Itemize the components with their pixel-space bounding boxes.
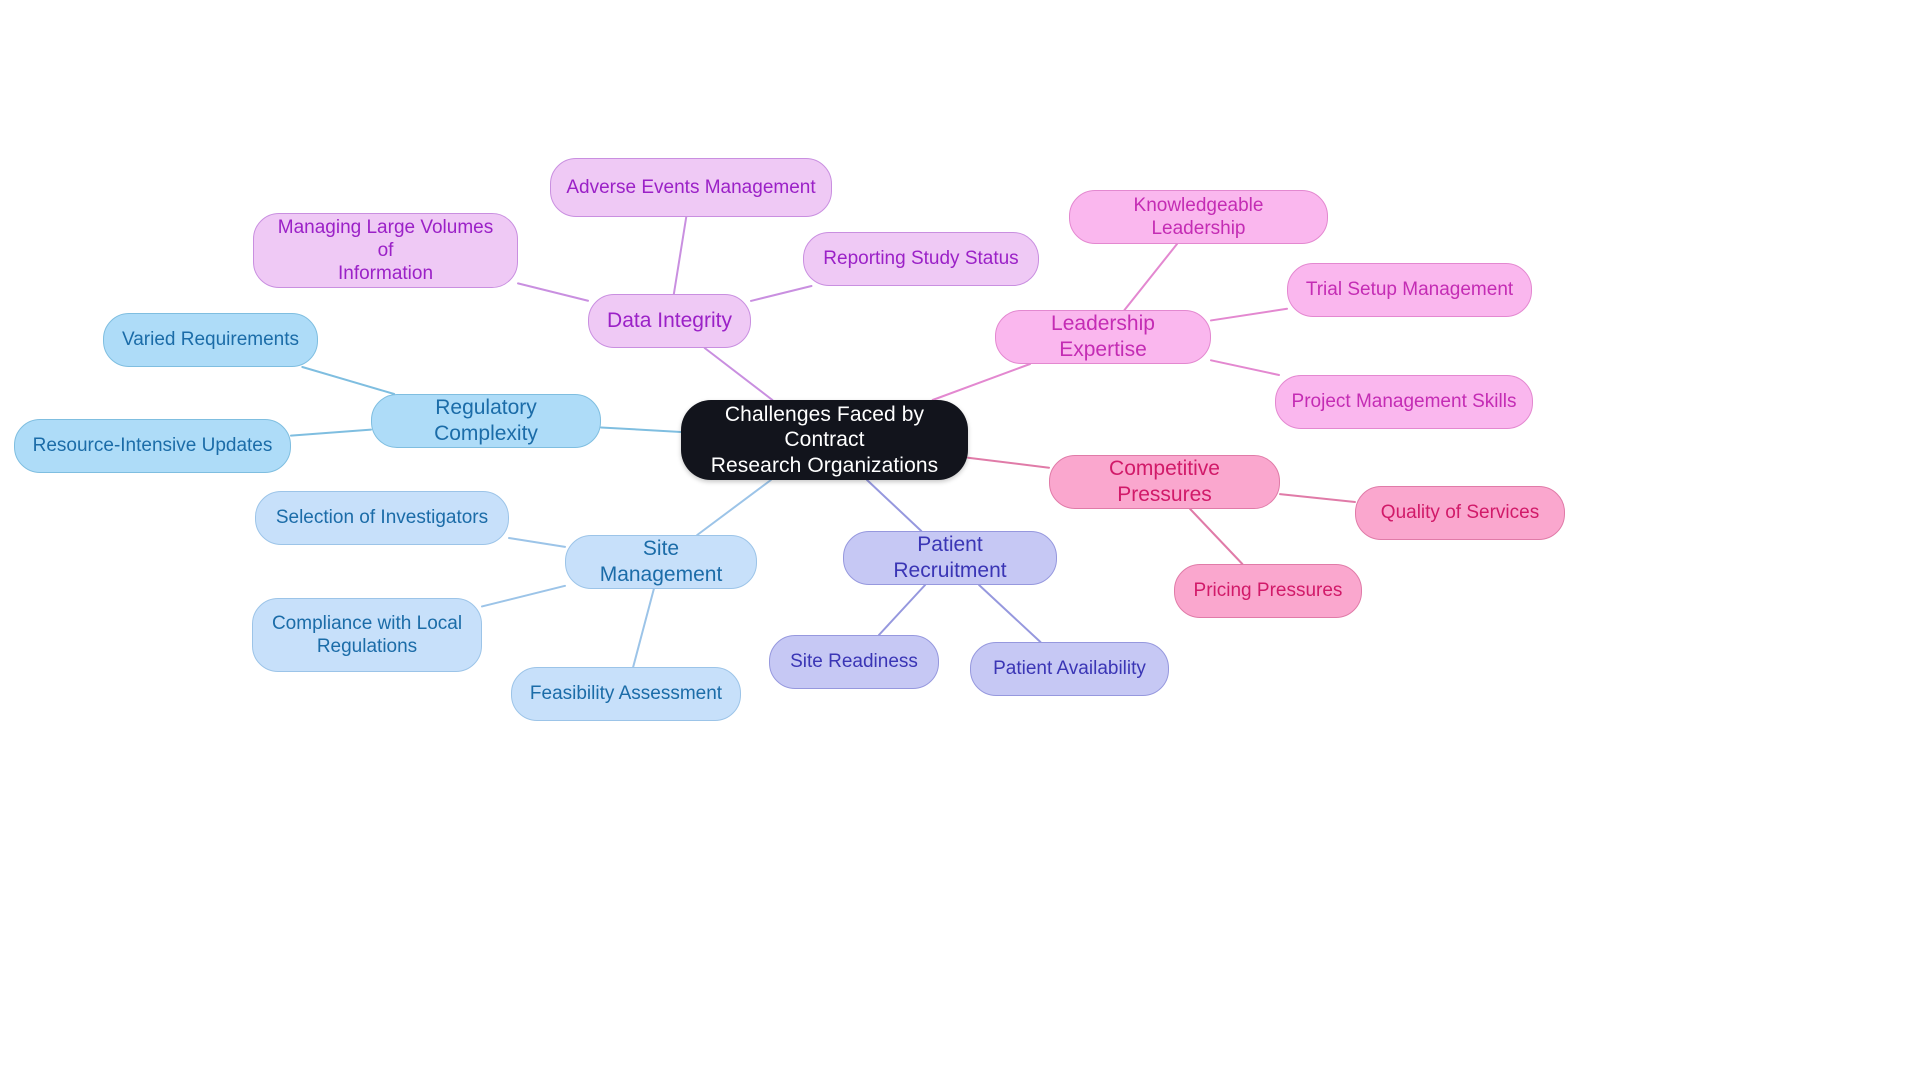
edge-site-management-to-feasibility-assessment xyxy=(632,588,655,668)
branch-node-regulatory-complexity[interactable]: Regulatory Complexity xyxy=(371,394,601,448)
edge-root-to-leadership-expertise xyxy=(931,363,1031,401)
leaf-node-site-readiness[interactable]: Site Readiness xyxy=(769,635,939,689)
leaf-node-resource-intensive-updates[interactable]: Resource-Intensive Updates xyxy=(14,419,291,473)
edge-leadership-expertise-to-knowledgeable-leadership xyxy=(1123,243,1179,311)
edge-site-management-to-compliance-with-local-regulations xyxy=(481,584,566,608)
leaf-node-knowledgeable-leadership[interactable]: Knowledgeable Leadership xyxy=(1069,190,1328,244)
edge-leadership-expertise-to-trial-setup-management xyxy=(1210,307,1288,322)
edge-competitive-pressures-to-quality-of-services xyxy=(1279,493,1356,503)
edge-data-integrity-to-reporting-study-status xyxy=(750,285,813,302)
branch-node-patient-recruitment[interactable]: Patient Recruitment xyxy=(843,531,1057,585)
branch-node-data-integrity[interactable]: Data Integrity xyxy=(588,294,751,348)
edge-root-to-patient-recruitment xyxy=(866,479,923,532)
edge-data-integrity-to-adverse-events-management xyxy=(672,216,688,295)
leaf-node-quality-of-services[interactable]: Quality of Services xyxy=(1355,486,1565,540)
branch-node-leadership-expertise[interactable]: Leadership Expertise xyxy=(995,310,1211,364)
edge-site-management-to-selection-of-investigators xyxy=(508,537,566,548)
leaf-node-feasibility-assessment[interactable]: Feasibility Assessment xyxy=(511,667,741,721)
leaf-node-patient-availability[interactable]: Patient Availability xyxy=(970,642,1169,696)
leaf-node-managing-large-volumes-of-information[interactable]: Managing Large Volumes of Information xyxy=(253,213,518,288)
edge-regulatory-complexity-to-resource-intensive-updates xyxy=(290,428,372,437)
edge-root-to-regulatory-complexity xyxy=(600,426,682,433)
edge-leadership-expertise-to-project-management-skills xyxy=(1210,359,1280,376)
edge-data-integrity-to-managing-large-volumes-of-information xyxy=(517,282,589,302)
edge-regulatory-complexity-to-varied-requirements xyxy=(301,366,396,395)
edge-competitive-pressures-to-pricing-pressures xyxy=(1189,508,1244,565)
leaf-node-adverse-events-management[interactable]: Adverse Events Management xyxy=(550,158,832,217)
branch-node-competitive-pressures[interactable]: Competitive Pressures xyxy=(1049,455,1280,509)
leaf-node-pricing-pressures[interactable]: Pricing Pressures xyxy=(1174,564,1362,618)
root-node[interactable]: Challenges Faced by Contract Research Or… xyxy=(681,400,968,480)
leaf-node-selection-of-investigators[interactable]: Selection of Investigators xyxy=(255,491,509,545)
leaf-node-compliance-with-local-regulations[interactable]: Compliance with Local Regulations xyxy=(252,598,482,672)
edge-root-to-site-management xyxy=(696,479,772,536)
edge-patient-recruitment-to-site-readiness xyxy=(877,584,927,636)
leaf-node-reporting-study-status[interactable]: Reporting Study Status xyxy=(803,232,1039,286)
leaf-node-varied-requirements[interactable]: Varied Requirements xyxy=(103,313,318,367)
leaf-node-project-management-skills[interactable]: Project Management Skills xyxy=(1275,375,1533,429)
edge-root-to-data-integrity xyxy=(703,347,774,401)
leaf-node-trial-setup-management[interactable]: Trial Setup Management xyxy=(1287,263,1532,317)
mindmap-canvas: Challenges Faced by Contract Research Or… xyxy=(0,0,1920,1083)
branch-node-site-management[interactable]: Site Management xyxy=(565,535,757,589)
edge-root-to-competitive-pressures xyxy=(967,456,1050,469)
edge-patient-recruitment-to-patient-availability xyxy=(978,584,1042,643)
